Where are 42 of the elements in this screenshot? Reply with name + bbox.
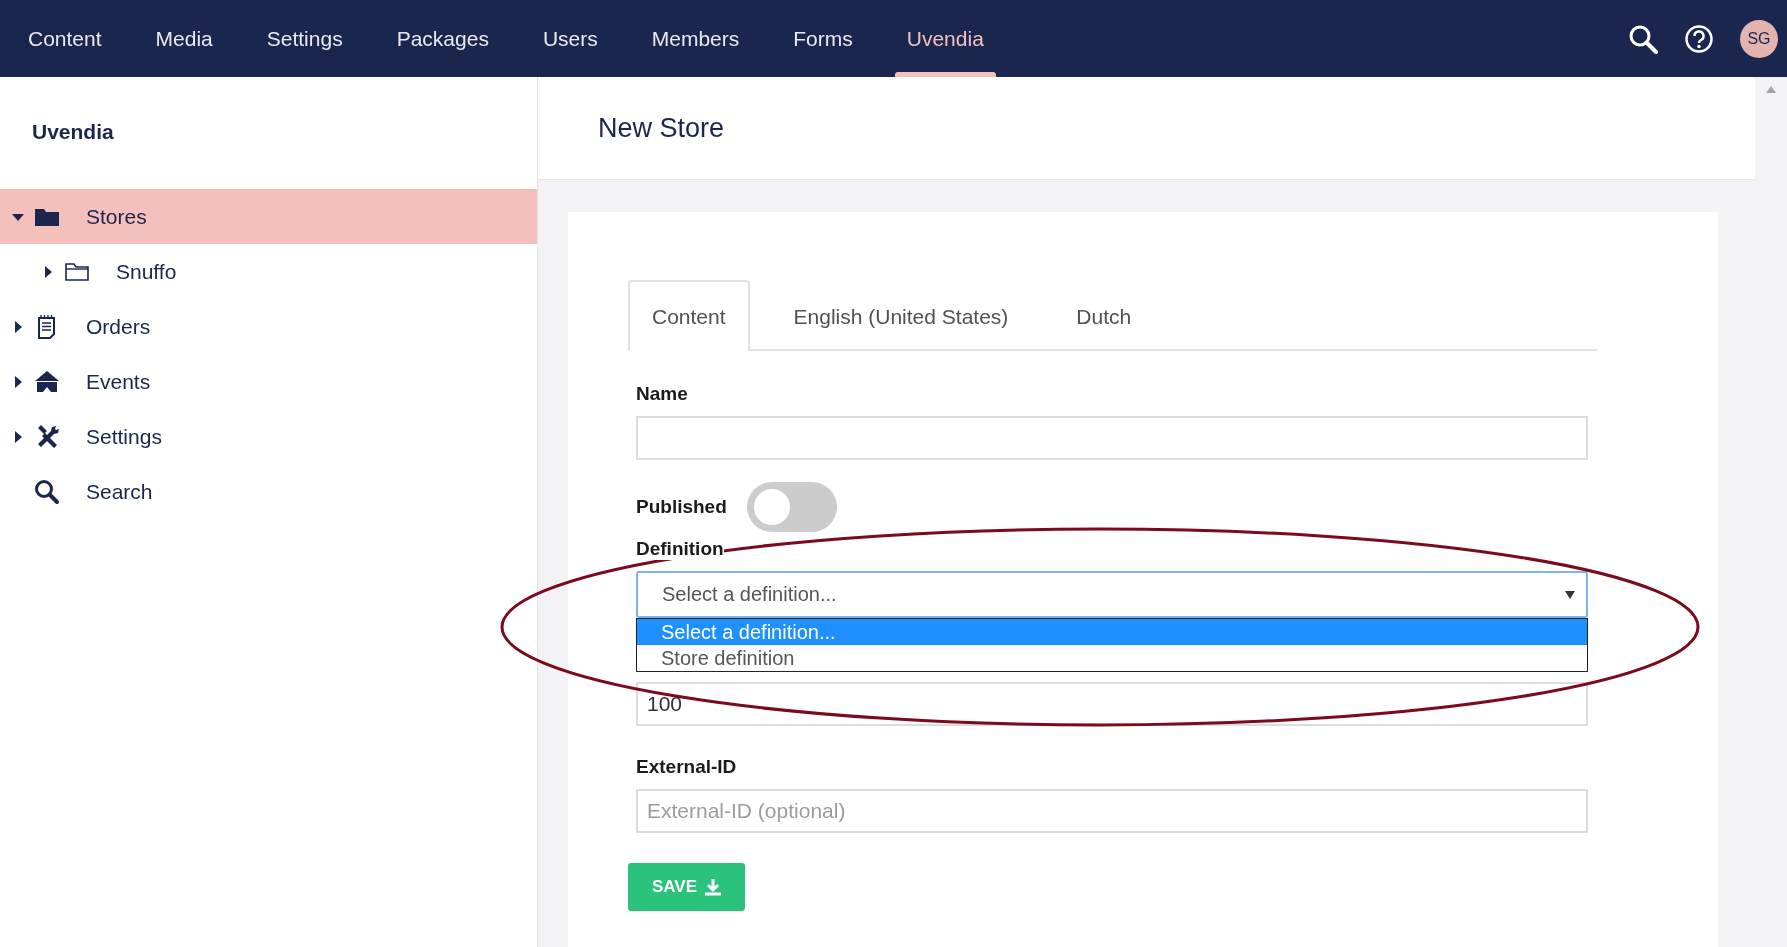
nav-tab[interactable]: Settings [246,0,363,77]
text-field[interactable] [636,416,1588,460]
tree-item[interactable]: Events [0,354,537,409]
tree-item[interactable]: Orders [0,299,537,354]
search-icon[interactable] [1628,23,1658,54]
language-tab[interactable]: Dutch [1052,280,1156,351]
nav-tab[interactable]: Content [8,0,122,77]
search-icon [34,478,60,505]
tree-item[interactable]: Stores [0,189,537,244]
caret-icon[interactable] [12,375,24,388]
nav-tab[interactable]: Members [631,0,760,77]
definition-dropdown[interactable]: Select a definition... [636,571,1588,618]
nav-tab[interactable]: Users [522,0,618,77]
download-icon [705,878,722,896]
nav-tab[interactable]: Forms [773,0,873,77]
tent-icon [34,368,60,395]
caret-icon[interactable] [42,265,54,278]
tree-item-label: Events [86,369,151,394]
page-title: New Store [598,112,725,144]
tree-item-label: Stores [86,204,147,229]
tree-item[interactable]: Snuffo [0,244,537,299]
dropdown-arrow-icon [1564,589,1576,600]
nav-tab[interactable]: Packages [376,0,509,77]
caret-icon[interactable] [12,430,24,443]
user-avatar[interactable]: SG [1740,19,1778,58]
text-field[interactable]: External-ID (optional) [636,789,1588,833]
language-tab[interactable]: Content [628,280,750,351]
nav-tab[interactable]: Media [135,0,233,77]
tree-item[interactable]: Search [0,464,537,519]
help-icon[interactable] [1684,23,1714,54]
sidebar-title: Uvendia [31,119,115,145]
dropdown-option[interactable]: Store definition [637,645,1587,671]
tree-item-label: Search [86,479,153,504]
language-tab[interactable]: English (United States) [769,280,1033,351]
caret-icon[interactable] [12,320,24,333]
text-field[interactable]: 100 [636,682,1588,726]
nav-tab[interactable]: Uvendia [886,0,1004,77]
tree-item[interactable]: Settings [0,409,537,464]
tree-item-label: Settings [86,424,162,449]
toggle-switch[interactable] [746,482,837,532]
tree-item-label: Orders [86,314,151,339]
tree-item-label: Snuffo [116,259,177,284]
